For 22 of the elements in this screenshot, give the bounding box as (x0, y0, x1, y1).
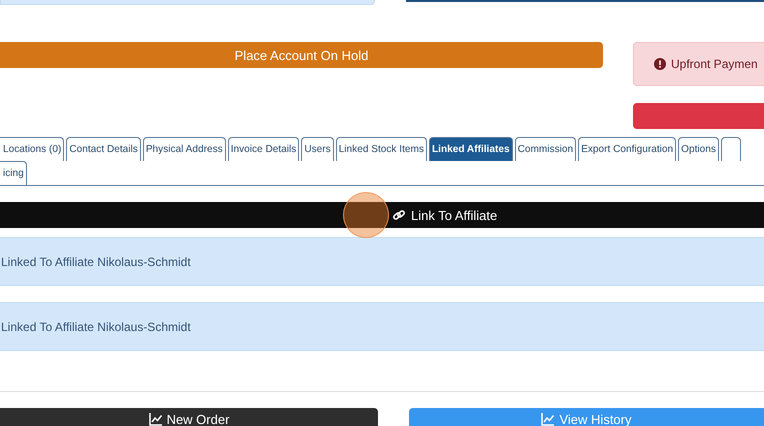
tab[interactable]: Contact Details (66, 137, 141, 161)
tab[interactable]: Physical Address (142, 137, 226, 161)
tab[interactable]: Linked Affiliates (428, 137, 513, 161)
alert-text: Upfront Paymen (671, 57, 758, 71)
chart-icon (541, 412, 556, 426)
affiliate-link-item: Linked To Affiliate Nikolaus-Schmidt (0, 237, 764, 286)
tab[interactable]: Linked Stock Items (336, 137, 427, 161)
tab[interactable]: Locations (0) (0, 137, 64, 161)
tab[interactable] (720, 137, 741, 161)
exclamation-icon (654, 58, 666, 70)
tab[interactable]: Users (301, 137, 334, 161)
affiliate-link-item: Linked To Affiliate Nikolaus-Schmidt (0, 302, 764, 351)
click-highlight (343, 192, 389, 238)
tab[interactable]: icing (0, 161, 27, 185)
tab[interactable]: Commission (514, 137, 576, 161)
link-icon (392, 208, 406, 222)
tab[interactable]: Export Configuration (578, 137, 676, 161)
link-to-affiliate-button[interactable]: Link To Affiliate (0, 202, 764, 228)
tab[interactable]: Invoice Details (228, 137, 300, 161)
new-order-button[interactable]: New Order (0, 408, 378, 426)
chart-icon (148, 412, 163, 426)
tab[interactable]: Options (678, 137, 719, 161)
